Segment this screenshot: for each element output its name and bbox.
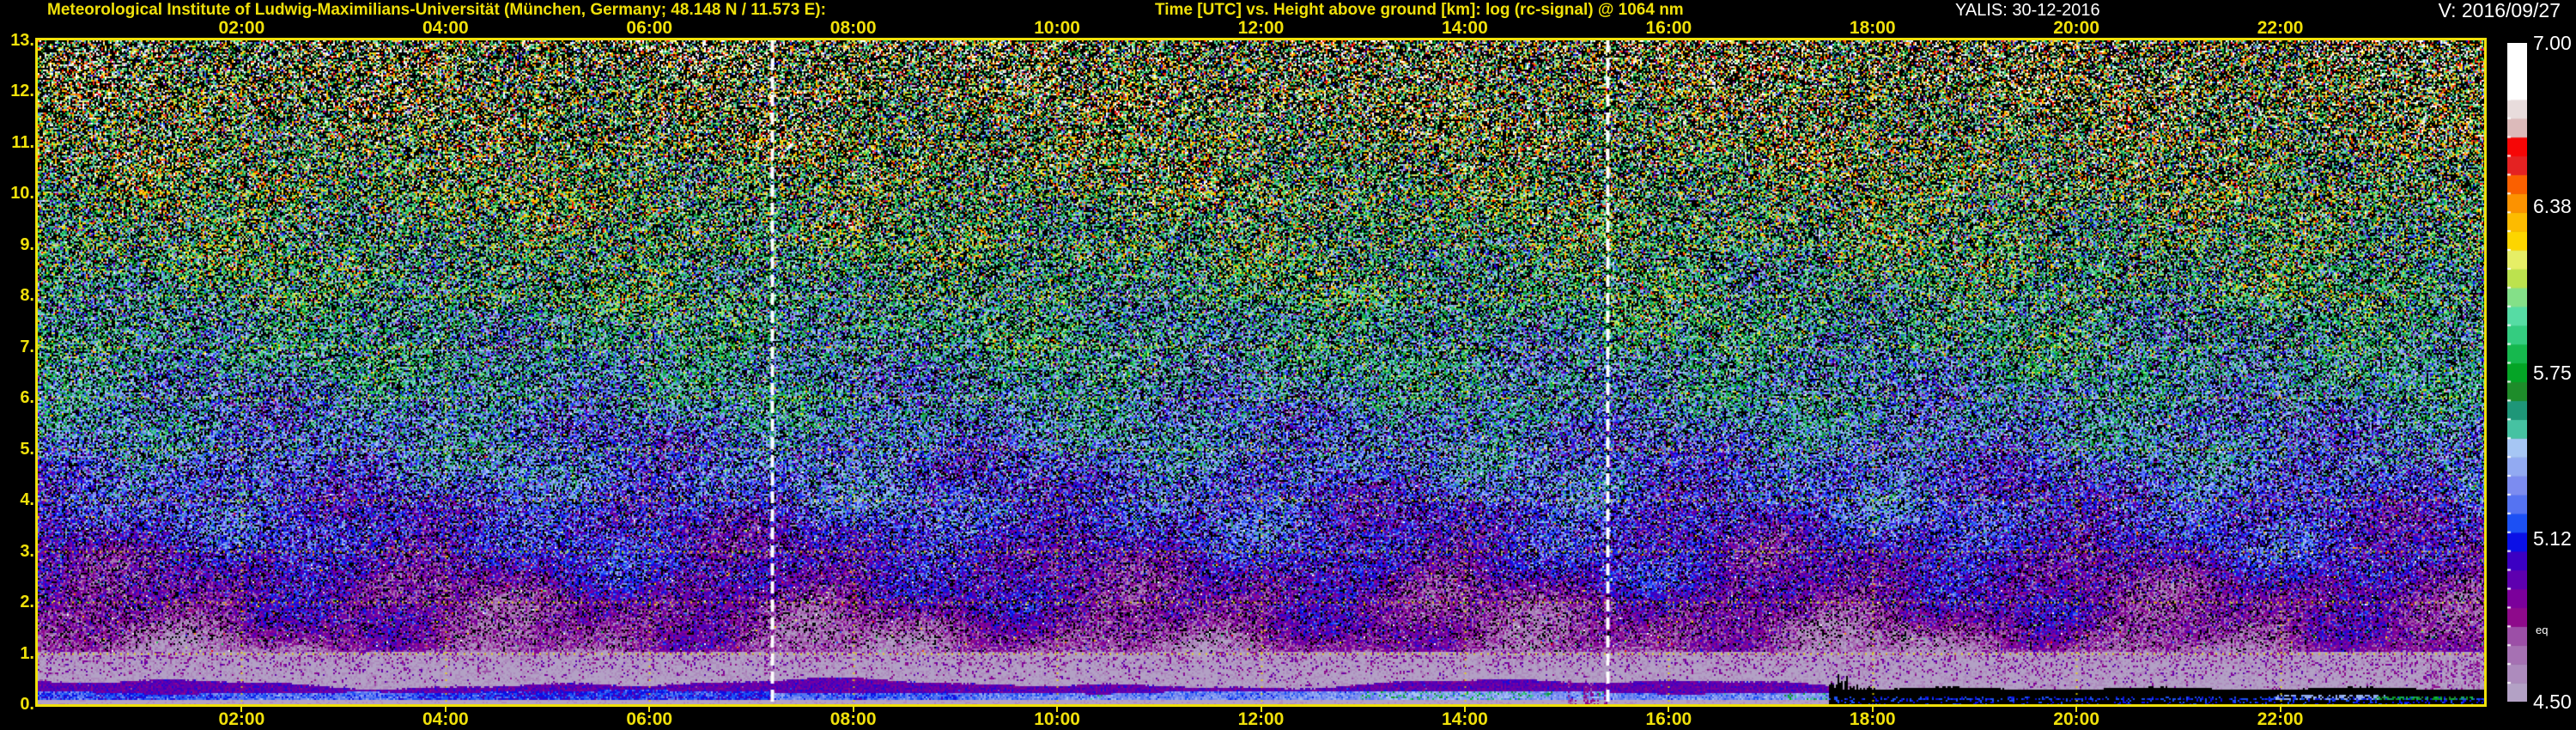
- y-tick-label: 2.: [0, 592, 34, 612]
- x-tick-mark-bottom: [1464, 707, 1466, 712]
- x-tick-label-top: 12:00: [1220, 19, 1303, 38]
- x-tick-label-top: 10:00: [1016, 19, 1098, 38]
- x-tick-label-top: 16:00: [1627, 19, 1710, 38]
- x-tick-mark-bottom: [2280, 707, 2281, 712]
- x-tick-label-bottom: 16:00: [1627, 710, 1710, 729]
- instrument-date-label: YALIS: 30-12-2016: [1955, 1, 2100, 20]
- y-tick-label: 3.: [0, 541, 34, 562]
- x-tick-label-top: 18:00: [1832, 19, 1914, 38]
- y-tick-label: 13.: [0, 30, 34, 51]
- x-tick-label-top: 06:00: [608, 19, 690, 38]
- y-tick-label: 0.: [0, 694, 34, 715]
- colorbar-tick-label: 4.50: [2533, 690, 2576, 713]
- x-tick-label-top: 20:00: [2035, 19, 2117, 38]
- y-tick-label: 6.: [0, 387, 34, 408]
- y-tick-label: 11.: [0, 132, 34, 153]
- stage: Meteorological Institute of Ludwig-Maxim…: [0, 0, 2576, 730]
- x-tick-label-top: 04:00: [404, 19, 487, 38]
- x-tick-mark-bottom: [240, 707, 242, 712]
- x-tick-label-top: 14:00: [1424, 19, 1506, 38]
- signal-heatmap-canvas: [38, 40, 2484, 704]
- x-tick-label-bottom: 14:00: [1424, 710, 1506, 729]
- colorbar-tick-label: 7.00: [2533, 32, 2576, 54]
- station-title: Meteorological Institute of Ludwig-Maxim…: [47, 1, 826, 20]
- x-tick-label-bottom: 18:00: [1832, 710, 1914, 729]
- x-tick-label-top: 02:00: [200, 19, 283, 38]
- x-tick-label-bottom: 06:00: [608, 710, 690, 729]
- colorbar-eq-note: eq: [2536, 624, 2548, 636]
- x-tick-label-bottom: 22:00: [2239, 710, 2322, 729]
- x-tick-label-top: 08:00: [812, 19, 895, 38]
- x-tick-label-bottom: 10:00: [1016, 710, 1098, 729]
- y-tick-label: 7.: [0, 337, 34, 357]
- x-tick-label-bottom: 08:00: [812, 710, 895, 729]
- x-tick-mark-bottom: [445, 707, 447, 712]
- x-tick-mark-bottom: [1261, 707, 1262, 712]
- colorbar-tick-label: 5.12: [2533, 527, 2576, 550]
- x-tick-mark-bottom: [648, 707, 650, 712]
- plot-title: Time [UTC] vs. Height above ground [km]:…: [1155, 1, 1684, 20]
- y-tick-label: 4.: [0, 490, 34, 510]
- x-tick-mark-bottom: [2075, 707, 2077, 712]
- y-tick-label: 5.: [0, 439, 34, 459]
- colorbar-tick-label: 6.38: [2533, 195, 2576, 217]
- y-tick-label: 9.: [0, 234, 34, 255]
- x-tick-mark-bottom: [1056, 707, 1058, 712]
- x-tick-label-top: 22:00: [2239, 19, 2322, 38]
- x-tick-label-bottom: 02:00: [200, 710, 283, 729]
- plot-frame: [35, 38, 2487, 707]
- x-tick-label-bottom: 04:00: [404, 710, 487, 729]
- y-tick-label: 8.: [0, 285, 34, 306]
- colorbar-canvas: [2507, 43, 2527, 702]
- y-tick-label: 1.: [0, 643, 34, 664]
- quicklook-root: { "header": { "station_title": "Meteorol…: [0, 0, 2576, 730]
- x-tick-label-bottom: 20:00: [2035, 710, 2117, 729]
- y-tick-label: 12.: [0, 81, 34, 101]
- version-label: V: 2016/09/27: [2439, 1, 2561, 20]
- y-tick-label: 10.: [0, 183, 34, 204]
- x-tick-mark-bottom: [1872, 707, 1874, 712]
- x-tick-mark-bottom: [1668, 707, 1669, 712]
- x-tick-mark-bottom: [853, 707, 854, 712]
- x-tick-label-bottom: 12:00: [1220, 710, 1303, 729]
- colorbar-tick-label: 5.75: [2533, 362, 2576, 384]
